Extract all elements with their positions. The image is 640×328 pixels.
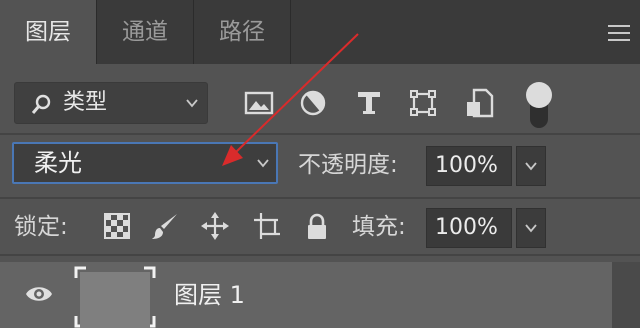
lock-all-icon[interactable] — [302, 211, 332, 241]
row-divider — [0, 254, 640, 256]
panel-menu-icon[interactable] — [608, 25, 630, 41]
fill-value: 100% — [435, 215, 498, 240]
chevron-down-icon — [185, 96, 199, 110]
lock-transparent-pixels-icon[interactable] — [102, 211, 132, 241]
smart-object-filter-icon[interactable] — [462, 86, 496, 120]
visibility-eye-icon[interactable] — [24, 282, 54, 306]
filter-type-label: 类型 — [63, 90, 108, 115]
chevron-down-icon — [256, 156, 270, 170]
fill-dropdown-button[interactable] — [516, 208, 546, 248]
blend-mode-label: 柔光 — [34, 149, 82, 177]
row-divider — [0, 133, 640, 135]
filter-toggle[interactable] — [526, 82, 552, 128]
adjustment-filter-icon[interactable] — [296, 86, 330, 120]
tab-layers[interactable]: 图层 — [0, 0, 96, 64]
image-filter-icon[interactable] — [242, 86, 276, 120]
tab-divider — [290, 0, 291, 64]
blend-mode-select[interactable]: 柔光 — [12, 142, 278, 184]
filter-toggle-knob — [526, 82, 552, 108]
chevron-down-icon — [524, 159, 538, 173]
layer-thumbnail-fill — [80, 272, 150, 328]
layer-thumbnail[interactable] — [74, 266, 156, 328]
opacity-value: 100% — [435, 153, 498, 178]
opacity-input[interactable]: 100% — [426, 146, 512, 186]
lock-artboard-icon[interactable] — [252, 211, 282, 241]
tab-paths[interactable]: 路径 — [194, 0, 290, 64]
lock-position-icon[interactable] — [200, 211, 230, 241]
row-divider — [0, 197, 640, 199]
layer-name[interactable]: 图层 1 — [174, 270, 245, 320]
tab-bar: 图层 通道 路径 — [0, 0, 640, 64]
lock-label: 锁定: — [14, 214, 68, 240]
search-icon — [31, 93, 53, 115]
scrollbar-track[interactable] — [612, 262, 640, 328]
chevron-down-icon — [524, 221, 538, 235]
lock-image-pixels-icon[interactable] — [150, 211, 180, 241]
fill-label: 填充: — [352, 214, 406, 240]
shape-filter-icon[interactable] — [406, 86, 440, 120]
fill-input[interactable]: 100% — [426, 208, 512, 248]
opacity-dropdown-button[interactable] — [516, 146, 546, 186]
text-filter-icon[interactable] — [352, 86, 386, 120]
opacity-label: 不透明度: — [298, 152, 398, 178]
tab-channels[interactable]: 通道 — [97, 0, 193, 64]
filter-type-select[interactable]: 类型 — [14, 82, 208, 124]
